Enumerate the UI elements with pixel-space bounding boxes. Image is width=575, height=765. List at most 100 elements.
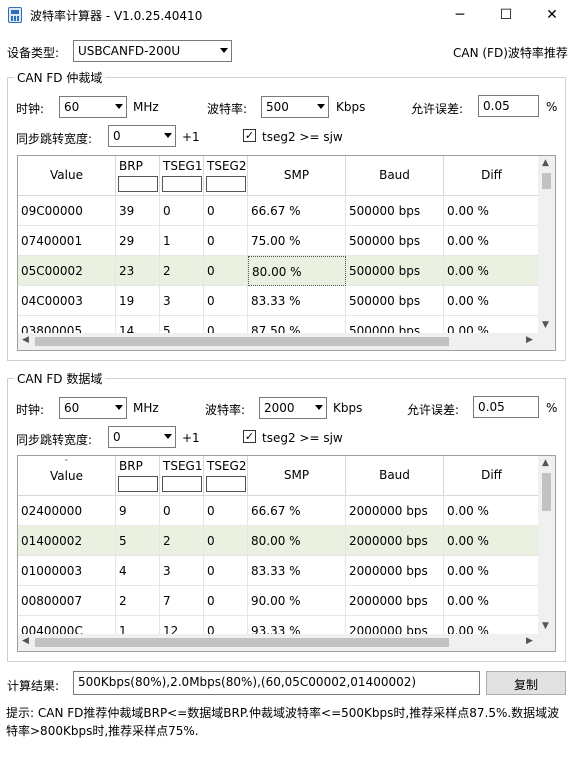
cell-brp: 39 xyxy=(116,196,160,226)
brp-filter-input[interactable] xyxy=(118,476,158,492)
chevron-down-icon xyxy=(164,133,172,138)
arb-baud-select[interactable]: 500 xyxy=(261,96,329,118)
arbitration-group-title: CAN FD 仲裁域 xyxy=(14,69,106,86)
scroll-down-icon[interactable]: ▼ xyxy=(542,621,549,631)
cell-brp: 29 xyxy=(116,226,160,256)
result-output-field[interactable]: 500Kbps(80%),2.0Mbps(80%),(60,05C00002,0… xyxy=(73,671,480,695)
cell-baud: 500000 bps xyxy=(346,256,444,286)
minimize-icon: ─ xyxy=(455,7,465,23)
cell-diff: 0.00 % xyxy=(444,496,540,526)
checkmark-icon: ✓ xyxy=(244,129,255,142)
scroll-thumb[interactable] xyxy=(542,473,551,511)
result-label: 计算结果: xyxy=(7,679,60,693)
column-header-brp[interactable]: BRP xyxy=(116,456,160,496)
table-row[interactable]: 09C00000 39 0 0 66.67 % 500000 bps 0.00 … xyxy=(18,196,540,226)
scroll-corner xyxy=(538,634,555,651)
scroll-thumb[interactable] xyxy=(542,173,551,189)
tseg2-filter-input[interactable] xyxy=(206,476,246,492)
scroll-left-icon[interactable]: ◀ xyxy=(22,335,29,345)
data-tolerance-label: 允许误差: xyxy=(407,403,460,417)
arb-baud-unit: Kbps xyxy=(336,100,366,114)
table-row[interactable]: 04C00003 19 3 0 83.33 % 500000 bps 0.00 … xyxy=(18,286,540,316)
scroll-down-icon[interactable]: ▼ xyxy=(542,320,549,330)
table-row[interactable]: 02400000 9 0 0 66.67 % 2000000 bps 0.00 … xyxy=(18,496,540,526)
tseg1-filter-input[interactable] xyxy=(162,476,202,492)
cell-tseg1: 7 xyxy=(160,586,204,616)
cell-tseg2: 0 xyxy=(204,586,248,616)
copy-button[interactable]: 复制 xyxy=(486,671,566,695)
column-header-smp[interactable]: SMP xyxy=(248,156,346,196)
arb-horizontal-scrollbar[interactable]: ◀ ▶ xyxy=(18,333,540,350)
maximize-button[interactable]: ☐ xyxy=(483,0,529,30)
arb-sjw-select[interactable]: 0 xyxy=(108,125,176,147)
column-header-value[interactable]: ⌄ Value xyxy=(18,456,116,496)
tseg1-filter-input[interactable] xyxy=(162,176,202,192)
cell-tseg1: 3 xyxy=(160,286,204,316)
arb-clock-label: 时钟: xyxy=(16,102,45,116)
tseg2-filter-input[interactable] xyxy=(206,176,246,192)
arb-clock-select[interactable]: 60 xyxy=(59,96,127,118)
table-row-selected[interactable]: 01400002 5 2 0 80.00 % 2000000 bps 0.00 … xyxy=(18,526,540,556)
column-header-brp[interactable]: BRP xyxy=(116,156,160,196)
column-header-diff[interactable]: Diff xyxy=(444,456,540,496)
data-tseg2-checkbox[interactable]: ✓ xyxy=(243,430,256,443)
brp-filter-input[interactable] xyxy=(118,176,158,192)
arb-clock-unit: MHz xyxy=(133,100,159,114)
scroll-right-icon[interactable]: ▶ xyxy=(526,636,533,646)
data-vertical-scrollbar[interactable]: ▲ ▼ xyxy=(538,456,555,634)
cell-tseg2: 0 xyxy=(204,496,248,526)
column-header-diff[interactable]: Diff xyxy=(444,156,540,196)
table-row[interactable]: 00800007 2 7 0 90.00 % 2000000 bps 0.00 … xyxy=(18,586,540,616)
data-horizontal-scrollbar[interactable]: ◀ ▶ xyxy=(18,634,540,651)
column-header-value[interactable]: Value xyxy=(18,156,116,196)
data-result-grid[interactable]: ⌄ Value BRP TSEG1 TSEG2 SMP Baud Diff 024… xyxy=(17,455,556,652)
arb-tolerance-input[interactable]: 0.05 xyxy=(478,95,539,117)
data-sjw-value: 0 xyxy=(113,430,121,444)
scroll-left-icon[interactable]: ◀ xyxy=(22,636,29,646)
column-header-smp[interactable]: SMP xyxy=(248,456,346,496)
table-row[interactable]: 01000003 4 3 0 83.33 % 2000000 bps 0.00 … xyxy=(18,556,540,586)
scroll-thumb[interactable] xyxy=(35,337,449,346)
recommend-title: CAN (FD)波特率推荐 xyxy=(453,46,568,60)
cell-tseg1: 3 xyxy=(160,556,204,586)
table-row[interactable]: 07400001 29 1 0 75.00 % 500000 bps 0.00 … xyxy=(18,226,540,256)
data-sjw-select[interactable]: 0 xyxy=(108,426,176,448)
scroll-thumb[interactable] xyxy=(35,638,449,647)
column-header-tseg1[interactable]: TSEG1 xyxy=(160,456,204,496)
data-clock-select[interactable]: 60 xyxy=(59,397,127,419)
column-header-baud[interactable]: Baud xyxy=(346,456,444,496)
device-type-label: 设备类型: xyxy=(7,46,60,60)
column-header-tseg1[interactable]: TSEG1 xyxy=(160,156,204,196)
arb-vertical-scrollbar[interactable]: ▲ ▼ xyxy=(538,156,555,333)
column-header-tseg2[interactable]: TSEG2 xyxy=(204,156,248,196)
table-row-selected[interactable]: 05C00002 23 2 0 80.00 % 500000 bps 0.00 … xyxy=(18,256,540,286)
column-header-baud[interactable]: Baud xyxy=(346,156,444,196)
cell-value: 00800007 xyxy=(18,586,116,616)
scroll-up-icon[interactable]: ▲ xyxy=(542,158,549,168)
data-baud-value: 2000 xyxy=(264,401,295,415)
arb-result-grid[interactable]: Value BRP TSEG1 TSEG2 SMP Baud Diff 09C0… xyxy=(17,155,556,351)
close-button[interactable]: ✕ xyxy=(529,0,575,30)
chevron-down-icon xyxy=(315,405,323,410)
app-icon xyxy=(8,7,22,23)
scroll-right-icon[interactable]: ▶ xyxy=(526,335,533,345)
column-header-tseg2[interactable]: TSEG2 xyxy=(204,456,248,496)
cell-baud: 2000000 bps xyxy=(346,586,444,616)
scroll-up-icon[interactable]: ▲ xyxy=(542,458,549,468)
arb-tseg2-checkbox[interactable]: ✓ xyxy=(243,129,256,142)
data-tolerance-input[interactable]: 0.05 xyxy=(473,396,539,418)
cell-tseg1: 2 xyxy=(160,256,204,286)
cell-smp: 80.00 % xyxy=(248,526,346,556)
arb-baud-label: 波特率: xyxy=(207,102,248,116)
minimize-button[interactable]: ─ xyxy=(437,0,483,30)
data-baud-select[interactable]: 2000 xyxy=(259,397,327,419)
data-tseg2-label: tseg2 >= sjw xyxy=(262,431,343,445)
cell-tseg2: 0 xyxy=(204,556,248,586)
data-tolerance-unit: % xyxy=(546,401,558,415)
device-type-select[interactable]: USBCANFD-200U xyxy=(73,40,232,62)
cell-value: 04C00003 xyxy=(18,286,116,316)
cell-baud: 500000 bps xyxy=(346,226,444,256)
checkmark-icon: ✓ xyxy=(244,430,255,443)
data-baud-label: 波特率: xyxy=(205,403,246,417)
cell-tseg2: 0 xyxy=(204,196,248,226)
